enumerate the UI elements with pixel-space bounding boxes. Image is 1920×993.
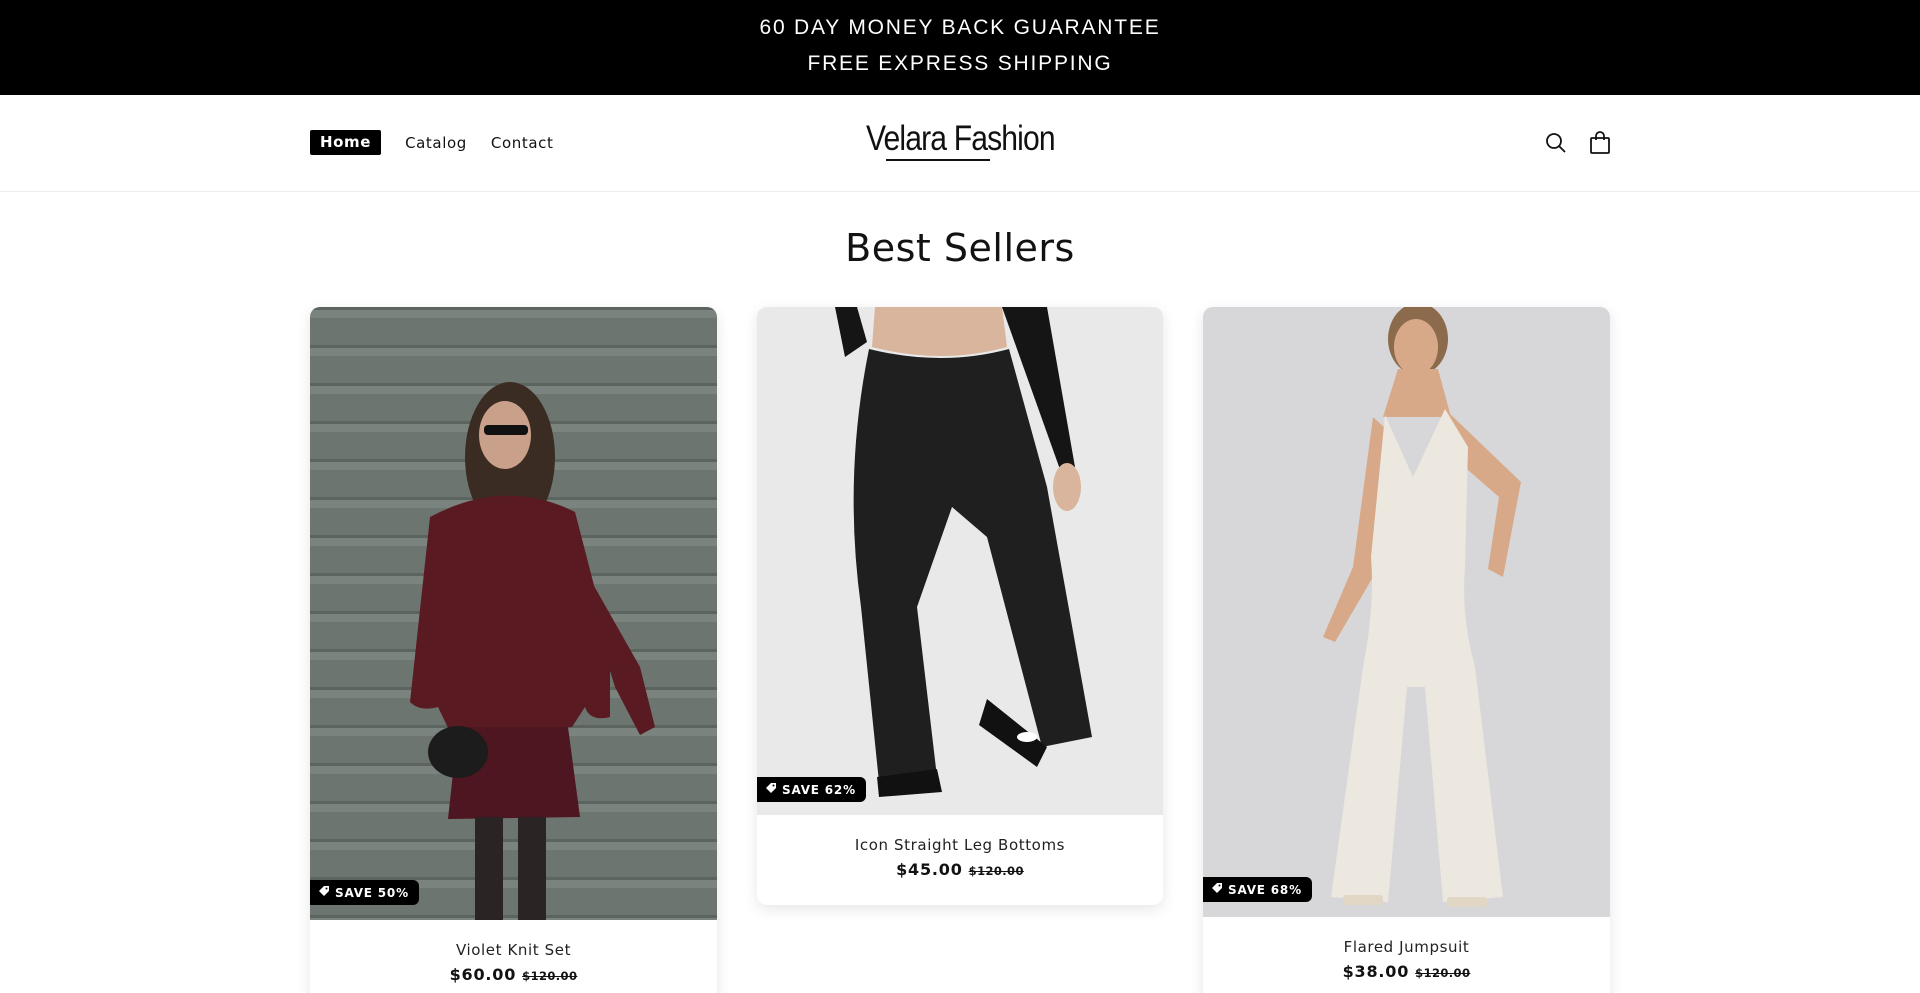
best-sellers-heading: Best Sellers (845, 226, 1075, 270)
announcement-line-1: 60 DAY MONEY BACK GUARANTEE (759, 16, 1161, 39)
product-card[interactable]: SAVE 68% Flared Jumpsuit $38.00 $120.00 (1203, 307, 1610, 993)
product-prices: $60.00 $120.00 (310, 965, 717, 984)
product-image[interactable] (310, 307, 717, 920)
tag-icon (318, 885, 330, 900)
cart-icon[interactable] (1586, 129, 1614, 157)
nav-catalog-link[interactable]: Catalog (405, 134, 467, 152)
discount-badge: SAVE 50% (310, 880, 419, 905)
announcement-bar: 60 DAY MONEY BACK GUARANTEE FREE EXPRESS… (0, 0, 1920, 95)
site-header: Home Catalog Contact Velara Fashion (0, 95, 1920, 192)
main-nav: Home Catalog Contact (310, 130, 553, 155)
nav-contact-link[interactable]: Contact (491, 134, 554, 152)
product-price: $60.00 (449, 965, 517, 984)
logo-underline (886, 159, 990, 161)
product-card[interactable]: SAVE 50% Violet Knit Set $60.00 $120.00 (310, 307, 717, 993)
product-compare-price: $120.00 (522, 969, 578, 983)
product-prices: $45.00 $120.00 (757, 860, 1163, 879)
tag-icon (1211, 882, 1223, 897)
tag-icon (765, 782, 777, 797)
product-price: $45.00 (896, 860, 963, 879)
product-card[interactable]: SAVE 62% Icon Straight Leg Bottoms $45.0… (757, 307, 1163, 905)
discount-badge: SAVE 68% (1203, 877, 1312, 902)
product-prices: $38.00 $120.00 (1203, 962, 1610, 981)
product-info: Violet Knit Set $60.00 $120.00 (310, 941, 717, 984)
badge-label: SAVE 50% (335, 885, 409, 900)
product-name[interactable]: Flared Jumpsuit (1203, 938, 1610, 956)
search-icon[interactable] (1542, 129, 1570, 157)
discount-badge: SAVE 62% (757, 777, 866, 802)
product-info: Flared Jumpsuit $38.00 $120.00 (1203, 938, 1610, 981)
product-info: Icon Straight Leg Bottoms $45.00 $120.00 (757, 836, 1163, 879)
product-image[interactable] (1203, 307, 1610, 917)
announcement-line-2: FREE EXPRESS SHIPPING (807, 52, 1113, 75)
product-name[interactable]: Icon Straight Leg Bottoms (757, 836, 1163, 854)
product-compare-price: $120.00 (968, 864, 1024, 878)
badge-label: SAVE 62% (782, 782, 856, 797)
product-name[interactable]: Violet Knit Set (310, 941, 717, 959)
nav-home-link[interactable]: Home (310, 130, 382, 155)
badge-label: SAVE 68% (1228, 882, 1302, 897)
product-compare-price: $120.00 (1415, 966, 1471, 980)
product-image[interactable] (757, 307, 1163, 815)
product-price: $38.00 (1342, 962, 1410, 981)
